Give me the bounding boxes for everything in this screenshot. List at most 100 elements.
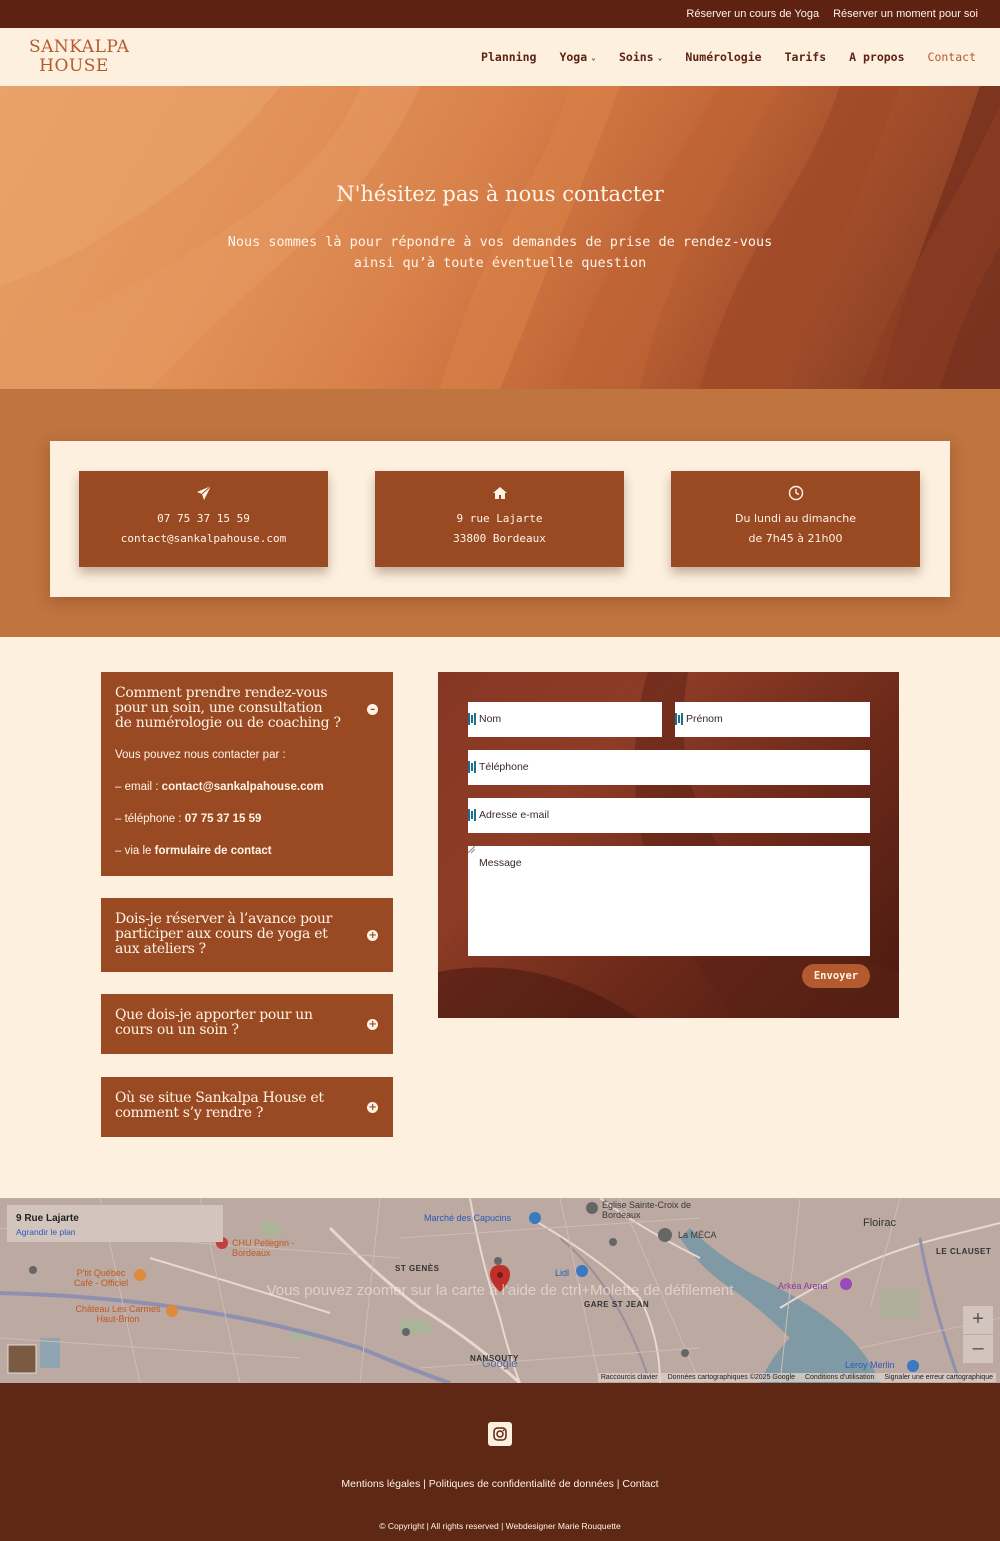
footer-links[interactable]: Mentions légales | Politiques de confide… <box>0 1478 1000 1490</box>
map-label: La MÉCA <box>678 1230 717 1240</box>
autofill-icon[interactable] <box>468 713 476 725</box>
plus-circle-icon[interactable]: + <box>367 1102 378 1113</box>
minus-circle-icon[interactable]: – <box>367 704 378 715</box>
autofill-icon[interactable] <box>675 713 683 725</box>
nom-placeholder: Nom <box>479 713 502 725</box>
nav-label: Tarifs <box>784 50 827 64</box>
map-label: LE CLAUSET <box>936 1247 992 1256</box>
faq-form-link[interactable]: formulaire de contact <box>155 845 272 857</box>
logo-line-2: HOUSE <box>39 56 109 76</box>
email-placeholder: Adresse e-mail <box>479 809 550 821</box>
autofill-icon[interactable] <box>468 761 476 773</box>
hero-subtitle-line-1: Nous sommes là pour répondre à vos deman… <box>227 234 773 250</box>
prenom-placeholder: Prénom <box>686 713 723 725</box>
google-logo: Google <box>482 1358 518 1370</box>
nav-soins[interactable]: Soins ⌄ <box>619 50 662 64</box>
nav-numerologie[interactable]: Numérologie <box>685 50 761 64</box>
faq-email-link[interactable]: contact@sankalpahouse.com <box>162 781 324 793</box>
telephone-placeholder: Téléphone <box>479 761 529 773</box>
faq-email-prefix: – email : <box>115 781 162 793</box>
faq-answer: Vous pouvez nous contacter par : – email… <box>101 747 393 873</box>
faq-question-text: Dois-je réserver à l’avance pour partici… <box>115 911 333 957</box>
map-label: Lidl <box>555 1268 570 1278</box>
contact-city: 33800 Bordeaux <box>453 532 546 545</box>
faq-question-text: Où se situe Sankalpa House et comment s’… <box>115 1090 324 1121</box>
send-button[interactable]: Envoyer <box>802 964 870 988</box>
nav-a-propos[interactable]: A propos <box>849 50 904 64</box>
map-label: Église Sainte-Croix de Bordeaux <box>602 1200 692 1220</box>
nav-yoga[interactable]: Yoga ⌄ <box>559 50 596 64</box>
clock-icon <box>788 485 803 501</box>
nav-label: Planning <box>481 50 537 64</box>
hero-subtitle-line-2: ainsi qu’à toute éventuelle question <box>353 255 647 271</box>
contact-street: 9 rue Lajarte <box>456 512 543 525</box>
nav-label: Numérologie <box>685 50 762 64</box>
nav-label: Contact <box>927 50 976 64</box>
faq-item[interactable]: Dois-je réserver à l’avance pour partici… <box>101 898 393 972</box>
prenom-field[interactable]: Prénom <box>675 702 870 737</box>
contact-address-card: 9 rue Lajarte 33800 Bordeaux <box>375 471 624 567</box>
contact-email[interactable]: contact@sankalpahouse.com <box>79 529 328 549</box>
hero-subtitle: Nous sommes là pour répondre à vos deman… <box>200 232 800 274</box>
faq-question-text: Comment prendre rendez-vous pour un soin… <box>115 685 341 731</box>
telephone-field[interactable]: Téléphone <box>468 750 870 785</box>
site-logo[interactable]: SANKALPA HOUSE <box>29 38 129 76</box>
faq-question-text: Que dois-je apporter pour un cours ou un… <box>115 1007 313 1038</box>
zoom-out-button[interactable]: – <box>963 1335 993 1363</box>
faq-question[interactable]: Dois-je réserver à l’avance pour partici… <box>101 898 393 957</box>
faq-item[interactable]: Où se situe Sankalpa House et comment s’… <box>101 1077 393 1137</box>
faq-phone-link[interactable]: 07 75 37 15 59 <box>185 813 262 825</box>
report-error-link[interactable]: Signaler une erreur cartographique <box>884 1374 993 1381</box>
contact-form: Nom Prénom Téléphone Adresse e-mail Mess… <box>438 672 899 1018</box>
nav-tarifs[interactable]: Tarifs <box>785 50 827 64</box>
map-label: ST GENÈS <box>395 1264 440 1273</box>
hero-banner: N'hésitez pas à nous contacter Nous somm… <box>0 86 1000 389</box>
plus-circle-icon[interactable]: + <box>367 1019 378 1030</box>
nav-label: Yoga <box>559 50 588 64</box>
map-zoom-hint: Vous pouvez zoomer sur la carte à l'aide… <box>266 1282 734 1299</box>
nav-planning[interactable]: Planning <box>481 50 536 64</box>
faq-item[interactable]: Que dois-je apporter pour un cours ou un… <box>101 994 393 1054</box>
faq-question[interactable]: Comment prendre rendez-vous pour un soin… <box>101 672 393 731</box>
contact-info-band: 07 75 37 15 59 contact@sankalpahouse.com… <box>0 389 1000 637</box>
faq-question[interactable]: Où se situe Sankalpa House et comment s’… <box>101 1077 393 1121</box>
site-header: SANKALPA HOUSE Planning Yoga ⌄ Soins ⌄ Num… <box>0 28 1000 86</box>
resize-handle-icon[interactable] <box>468 846 475 853</box>
email-field[interactable]: Adresse e-mail <box>468 798 870 833</box>
plus-circle-icon[interactable]: + <box>367 930 378 941</box>
faq-form-prefix: – via le <box>115 845 155 857</box>
instagram-link[interactable] <box>488 1422 512 1446</box>
footer-copyright: © Copyright | All rights reserved | Webd… <box>379 1521 621 1531</box>
contact-phone[interactable]: 07 75 37 15 59 <box>79 509 328 529</box>
keyboard-shortcuts-link[interactable]: Raccourcis clavier <box>601 1374 658 1381</box>
instagram-icon <box>493 1427 507 1441</box>
autofill-icon[interactable] <box>468 809 476 821</box>
faq-question[interactable]: Que dois-je apporter pour un cours ou un… <box>101 994 393 1038</box>
map-label: Marché des Capucins <box>424 1213 512 1223</box>
map-label: CHU Pellegrin - Bordeaux <box>232 1238 295 1258</box>
home-icon <box>492 487 507 499</box>
map-place-title: 9 Rue Lajarte <box>16 1213 79 1224</box>
faq-answer-intro: Vous pouvez nous contacter par : <box>115 749 286 761</box>
book-yoga-link[interactable]: Réserver un cours de Yoga <box>686 8 819 20</box>
zoom-in-button[interactable]: + <box>963 1306 993 1334</box>
faq-item-open[interactable]: Comment prendre rendez-vous pour un soin… <box>101 672 393 876</box>
message-field[interactable]: Message <box>468 846 870 956</box>
terms-link[interactable]: Conditions d'utilisation <box>805 1374 874 1381</box>
book-moment-link[interactable]: Réserver un moment pour soi <box>833 8 978 20</box>
faq-phone-prefix: – téléphone : <box>115 813 185 825</box>
nav-contact[interactable]: Contact <box>928 50 976 64</box>
map-label: Leroy Merlin <box>845 1360 895 1370</box>
map-label: Château Les Carmes Haut-Brion <box>75 1304 161 1324</box>
map-data-credit: Données cartographiques ©2025 Google <box>667 1374 795 1381</box>
contact-hours: de 7h45 à 21h00 <box>748 532 843 545</box>
location-map[interactable]: Marché des Capucins Église Sainte-Croix … <box>0 1198 1000 1383</box>
chevron-down-icon: ⌄ <box>591 52 596 62</box>
nav-label: Soins <box>618 50 654 64</box>
contact-days: Du lundi au dimanche <box>735 512 856 525</box>
contact-phone-card: 07 75 37 15 59 contact@sankalpahouse.com <box>79 471 328 567</box>
paper-plane-icon <box>196 485 211 500</box>
enlarge-map-link[interactable]: Agrandir le plan <box>16 1227 76 1237</box>
nav-label: A propos <box>849 50 905 64</box>
nom-field[interactable]: Nom <box>468 702 662 737</box>
